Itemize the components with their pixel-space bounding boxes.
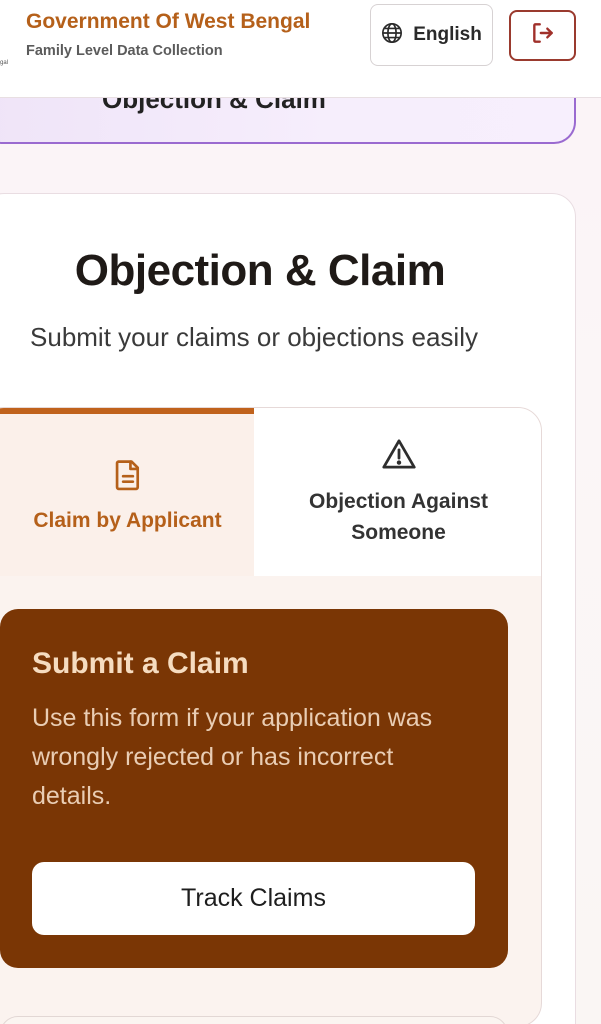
claim-panel-title: Submit a Claim (32, 647, 249, 680)
language-label: English (413, 24, 482, 45)
claim-panel-description: Use this form if your application was wr… (32, 704, 433, 810)
logo-caption: gal (0, 60, 9, 66)
tab-label-objection: Objection Against Someone (309, 489, 488, 544)
page-title: Objection & Claim (74, 246, 446, 295)
tab-objection-against-someone[interactable]: Objection Against Someone (254, 408, 541, 576)
page-subtitle: Submit your claims or objections easily (30, 322, 478, 352)
track-claims-button[interactable]: Track Claims (32, 862, 475, 935)
submit-claim-panel: Submit a Claim Use this form if your app… (0, 609, 508, 968)
tab-label-claim: Claim by Applicant (33, 508, 222, 532)
globe-icon (381, 22, 403, 49)
document-icon (113, 458, 143, 497)
warning-icon (381, 437, 417, 476)
tab-strip: Claim by Applicant Objection Against Som… (0, 408, 541, 576)
logout-icon (530, 20, 556, 51)
app-header: gal Government Of West Bengal Family Lev… (0, 0, 601, 98)
page: Objection & Claim gal Government Of West… (0, 0, 601, 1024)
app-subtitle: Family Level Data Collection (26, 43, 223, 59)
app-title: Government Of West Bengal (26, 10, 311, 33)
tab-claim-by-applicant[interactable]: Claim by Applicant (0, 408, 254, 576)
logout-button[interactable] (509, 10, 576, 61)
language-button[interactable]: English (370, 4, 493, 66)
next-section-card (0, 1016, 508, 1024)
